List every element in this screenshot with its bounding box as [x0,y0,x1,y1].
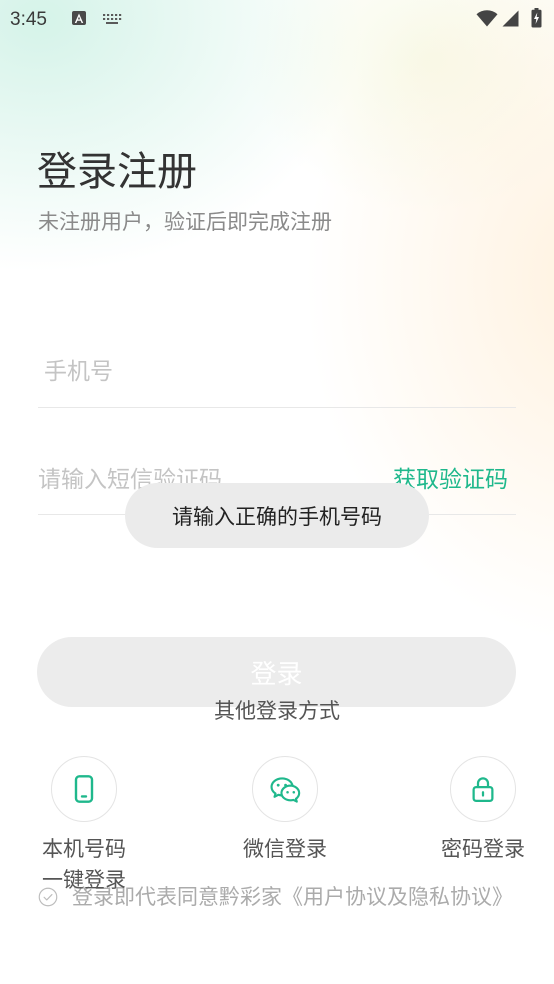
phone-icon [74,775,94,803]
wechat-login-circle[interactable] [252,756,318,822]
wechat-icon [270,777,301,803]
page-subtitle: 未注册用户，验证后即完成注册 [38,210,332,234]
one-click-login-option[interactable]: 本机号码一键登录 [40,756,128,896]
toast-message: 请输入正确的手机号码 [125,483,429,548]
login-button-label: 登录 [250,659,303,690]
page-title: 登录注册 [37,149,197,195]
password-login-option[interactable]: 密码登录 [439,756,527,865]
password-login-circle[interactable] [450,756,516,822]
wechat-login-label: 微信登录 [243,837,327,861]
status-time: 3:45 [10,9,47,30]
notification-a-icon [72,11,86,25]
phone-input-underline [38,407,516,408]
one-click-login-label: 本机号码一键登录 [42,837,126,892]
lock-icon [472,777,494,802]
other-login-title: 其他登录方式 [214,699,340,723]
keyboard-icon [103,14,122,24]
password-login-label: 密码登录 [441,837,525,861]
phone-input[interactable] [38,352,516,392]
toast-text: 请输入正确的手机号码 [172,504,382,529]
wechat-login-option[interactable]: 微信登录 [241,756,329,865]
signal-icon [502,10,519,27]
one-click-login-circle[interactable] [51,756,117,822]
agreement-text[interactable]: 登录即代表同意黔彩家《用户协议及隐私协议》 [72,882,513,912]
wifi-icon [476,10,498,27]
battery-charging-icon [531,8,542,28]
